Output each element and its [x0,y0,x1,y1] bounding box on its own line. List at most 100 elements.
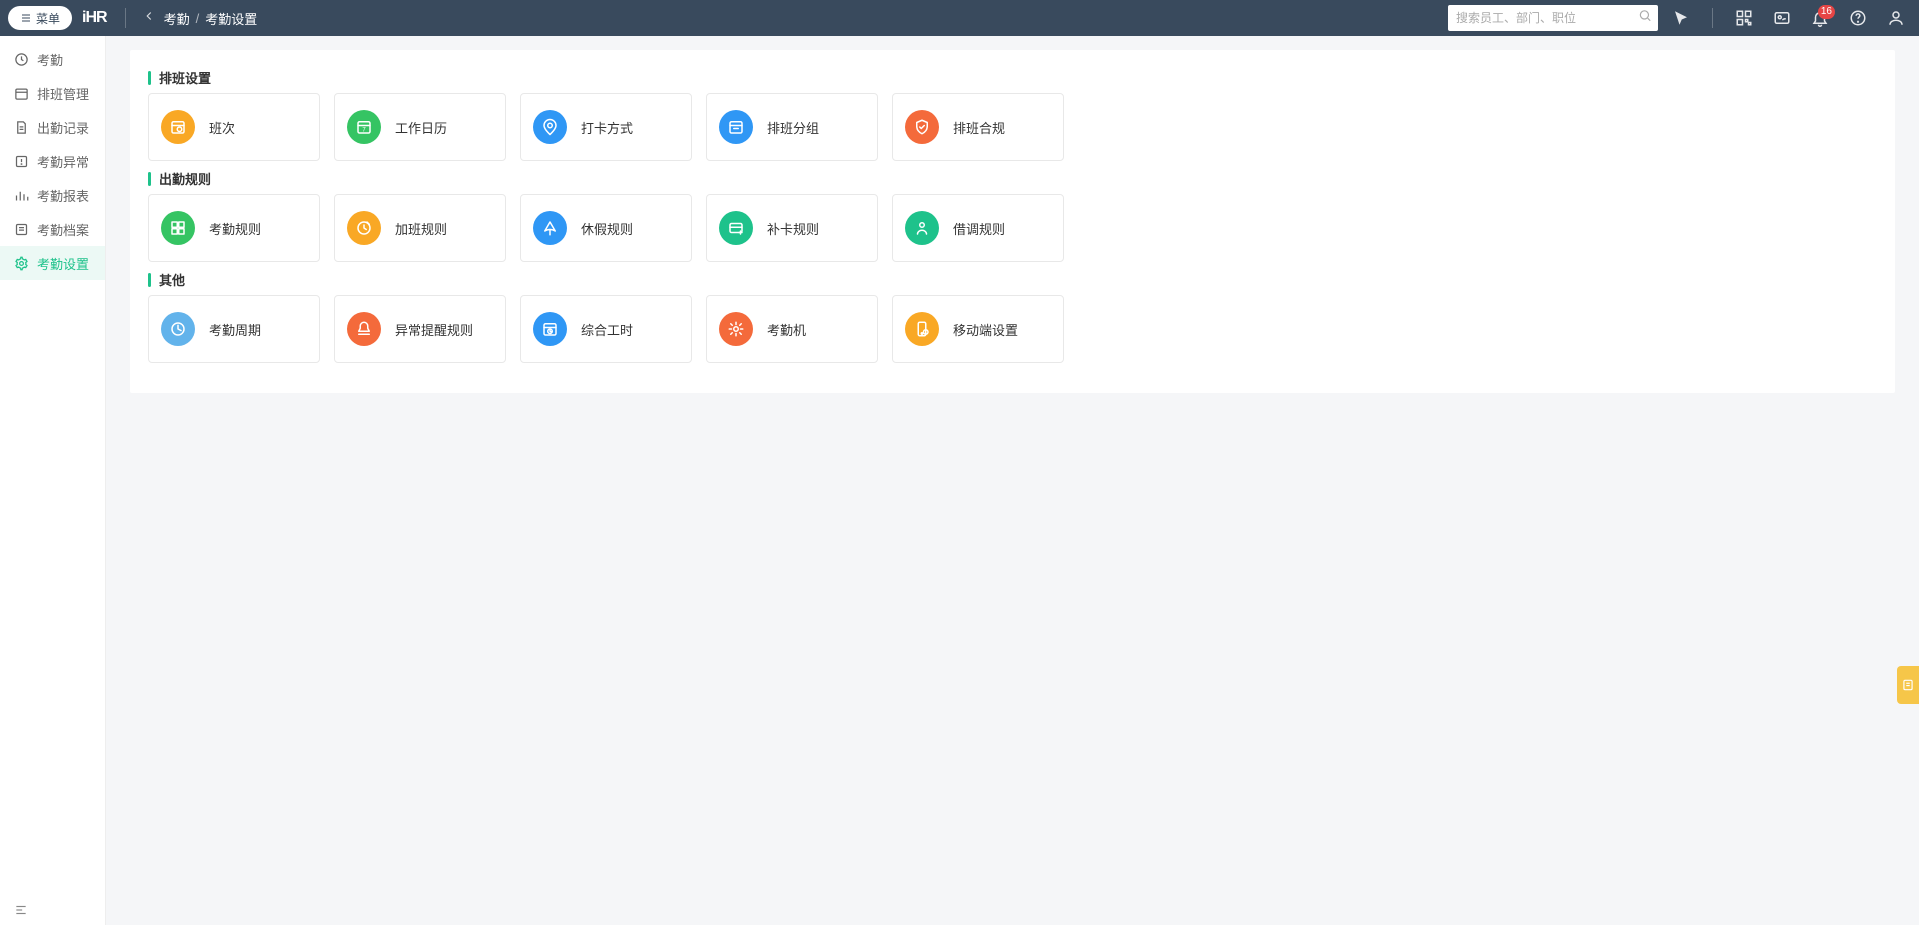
qr-icon[interactable] [1729,3,1759,33]
divider [1712,8,1713,28]
cycle-icon [161,312,195,346]
settings-panel: 排班设置班次 7 工作日历 打卡方式 排班分组 排班合规出勤规则考勤规则 加班规则 休假规则 补… [130,50,1895,393]
card-label: 加班规则 [395,219,447,238]
sidebar: 考勤 排班管理 出勤记录 考勤异常 考勤报表 考勤档案 考勤设置 [0,36,106,925]
sidebar-item-label: 考勤档案 [37,220,89,239]
card-row: 考勤周期 异常提醒规则 综合工时 考勤机 移动端设置 [148,295,1877,363]
settings-card[interactable]: 综合工时 [520,295,692,363]
section-title: 其他 [148,270,1877,289]
calendar-icon: 7 [347,110,381,144]
card-label: 考勤机 [767,320,806,339]
card-row: 班次 7 工作日历 打卡方式 排班分组 排班合规 [148,93,1877,161]
breadcrumb-leaf: 考勤设置 [205,9,257,28]
bell-icon[interactable]: 16 [1805,3,1835,33]
header-actions: 16 [1448,3,1911,33]
settings-card[interactable]: 移动端设置 [892,295,1064,363]
settings-card[interactable]: 考勤规则 [148,194,320,262]
settings-card[interactable]: 打卡方式 [520,93,692,161]
search-input[interactable] [1448,5,1658,31]
note-icon [1901,678,1915,692]
card-label: 考勤周期 [209,320,261,339]
divider [125,8,126,28]
warning-icon [14,154,29,169]
list-icon [20,12,32,24]
user-card-icon[interactable] [1767,3,1797,33]
card-label: 异常提醒规则 [395,320,473,339]
card-label: 综合工时 [581,320,633,339]
settings-card[interactable]: 补卡规则 [706,194,878,262]
help-icon[interactable] [1843,3,1873,33]
card-row: 考勤规则 加班规则 休假规则 补卡规则 借调规则 [148,194,1877,262]
recard-icon [719,211,753,245]
breadcrumb-root[interactable]: 考勤 [164,9,190,28]
main-content: 排班设置班次 7 工作日历 打卡方式 排班分组 排班合规出勤规则考勤规则 加班规则 休假规则 补… [106,36,1919,925]
sidebar-item-exception[interactable]: 考勤异常 [0,144,105,178]
menu-button[interactable]: 菜单 [8,6,72,30]
card-label: 补卡规则 [767,219,819,238]
card-label: 排班分组 [767,118,819,137]
card-label: 移动端设置 [953,320,1018,339]
global-search [1448,5,1658,31]
cursor-icon[interactable] [1666,3,1696,33]
document-icon [14,120,29,135]
sidebar-item-attendance[interactable]: 考勤 [0,42,105,76]
app-logo: iHR [82,9,107,27]
hours-icon [533,312,567,346]
settings-card[interactable]: 考勤机 [706,295,878,363]
group-cal-icon [719,110,753,144]
settings-card[interactable]: 排班合规 [892,93,1064,161]
card-label: 排班合规 [953,118,1005,137]
calendar-icon [14,86,29,101]
breadcrumb-separator: / [196,11,200,26]
sidebar-collapse-button[interactable] [0,895,105,925]
sidebar-item-label: 排班管理 [37,84,89,103]
card-label: 工作日历 [395,118,447,137]
shift-icon [161,110,195,144]
search-icon[interactable] [1638,9,1652,28]
collapse-icon [14,903,28,917]
settings-card[interactable]: 异常提醒规则 [334,295,506,363]
archive-icon [14,222,29,237]
card-label: 借调规则 [953,219,1005,238]
sidebar-item-report[interactable]: 考勤报表 [0,178,105,212]
overtime-icon [347,211,381,245]
settings-card[interactable]: 排班分组 [706,93,878,161]
chevron-left-icon [142,9,156,23]
settings-card[interactable]: 7 工作日历 [334,93,506,161]
sidebar-item-label: 考勤设置 [37,254,89,273]
card-label: 休假规则 [581,219,633,238]
settings-card[interactable]: 加班规则 [334,194,506,262]
chart-icon [14,188,29,203]
location-icon [533,110,567,144]
rules-icon [161,211,195,245]
sidebar-item-label: 考勤报表 [37,186,89,205]
secondment-icon [905,211,939,245]
settings-card[interactable]: 休假规则 [520,194,692,262]
sidebar-item-schedule[interactable]: 排班管理 [0,76,105,110]
card-label: 打卡方式 [581,118,633,137]
compliance-icon [905,110,939,144]
sidebar-item-archive[interactable]: 考勤档案 [0,212,105,246]
sidebar-item-records[interactable]: 出勤记录 [0,110,105,144]
menu-label: 菜单 [36,10,60,27]
sidebar-item-label: 出勤记录 [37,118,89,137]
settings-card[interactable]: 考勤周期 [148,295,320,363]
card-label: 考勤规则 [209,219,261,238]
card-label: 班次 [209,118,235,137]
settings-card[interactable]: 借调规则 [892,194,1064,262]
notification-badge: 16 [1818,5,1835,19]
clock-icon [14,52,29,67]
profile-icon[interactable] [1881,3,1911,33]
alert-icon [347,312,381,346]
settings-card[interactable]: 班次 [148,93,320,161]
device-icon [719,312,753,346]
section-title: 排班设置 [148,68,1877,87]
sidebar-item-settings[interactable]: 考勤设置 [0,246,105,280]
breadcrumb: 考勤 / 考勤设置 [164,9,258,28]
vacation-icon [533,211,567,245]
sidebar-item-label: 考勤 [37,50,63,69]
mobile-icon [905,312,939,346]
side-tab-button[interactable] [1897,666,1919,704]
section-title: 出勤规则 [148,169,1877,188]
back-button[interactable] [134,9,164,28]
